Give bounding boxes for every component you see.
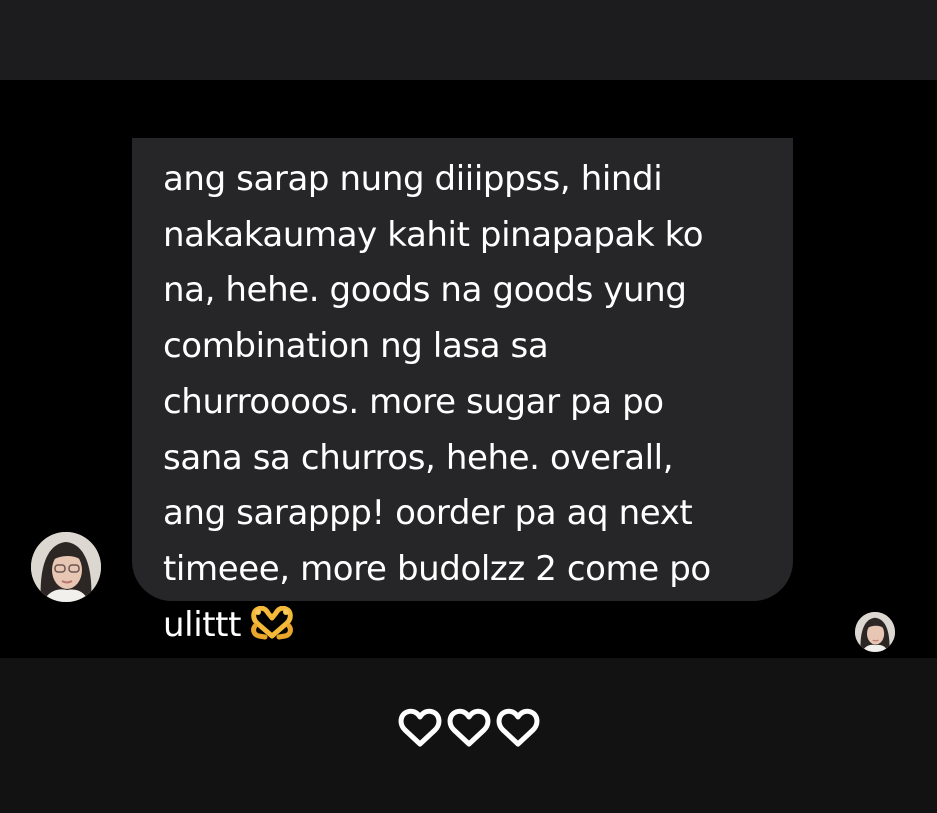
- seen-avatar[interactable]: [855, 612, 895, 652]
- message-line: na, hehe. goods na goods yung: [163, 270, 687, 311]
- avatar-image: [31, 532, 101, 602]
- message-line: nakakaumay kahit pinapapak ko: [163, 214, 704, 255]
- reactions-row: [398, 708, 540, 750]
- message-bubble[interactable]: ang sarap nung diiippss, hindi nakakauma…: [132, 138, 793, 645]
- sender-avatar[interactable]: [31, 532, 101, 602]
- message-line: ang sarap nung diiippss, hindi: [163, 159, 663, 199]
- chat-area[interactable]: ang sarap nung diiippss, hindi nakakauma…: [0, 80, 937, 658]
- avatar-image: [855, 612, 895, 652]
- heart-outline-icon[interactable]: [398, 708, 442, 748]
- heart-outline-icon[interactable]: [447, 708, 491, 748]
- message-line: ulittt: [163, 604, 242, 645]
- message-line: timeee, more budolzz 2 come po: [163, 548, 711, 589]
- message-line: churroooos. more sugar pa po: [163, 381, 664, 422]
- message-text: ang sarap nung diiippss, hindi nakakauma…: [163, 152, 783, 653]
- heart-hands-emoji: [251, 605, 293, 640]
- heart-outline-icon[interactable]: [496, 708, 540, 748]
- message-line: combination ng lasa sa: [163, 326, 549, 367]
- top-bar: [0, 0, 937, 80]
- message-line: ang sarappp! oorder pa aq next: [163, 493, 693, 534]
- chat-screen: ang sarap nung diiippss, hindi nakakauma…: [0, 0, 937, 813]
- message-line: sana sa churros, hehe. overall,: [163, 437, 674, 478]
